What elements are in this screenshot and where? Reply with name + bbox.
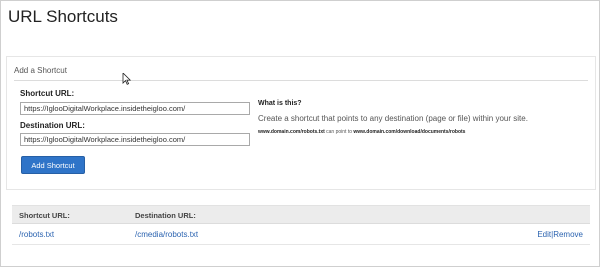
destination-url-input[interactable] [20,133,250,146]
help-example-target: www.domain.com/download/documents/robots [353,129,466,135]
section-divider [14,80,588,81]
shortcut-url-label: Shortcut URL: [20,89,75,98]
row-shortcut-link[interactable]: /robots.txt [19,230,54,239]
help-example-joiner: can point to [326,129,353,135]
mouse-pointer-icon [122,73,131,85]
row-actions: Edit|Remove [537,230,583,239]
shortcuts-table: Shortcut URL: Destination URL: /robots.t… [12,205,590,245]
help-title: What is this? [258,100,302,107]
table-header: Shortcut URL: Destination URL: [12,205,590,224]
shortcut-url-input[interactable] [20,102,250,115]
column-header-shortcut: Shortcut URL: [19,211,70,220]
add-shortcut-panel: Add a Shortcut Shortcut URL: Destination… [6,56,596,190]
add-shortcut-button[interactable]: Add Shortcut [21,156,85,174]
column-header-destination: Destination URL: [135,211,196,220]
help-example: www.domain.com/robots.txt can point to w… [258,129,465,135]
help-text: Create a shortcut that points to any des… [258,114,528,123]
page-title: URL Shortcuts [8,7,118,26]
table-row: /robots.txt /cmedia/robots.txt Edit|Remo… [12,224,590,245]
edit-link[interactable]: Edit [537,230,551,239]
url-shortcuts-page: URL Shortcuts Add a Shortcut Shortcut UR… [0,0,600,267]
help-example-source: www.domain.com/robots.txt [258,129,325,135]
remove-link[interactable]: Remove [553,230,583,239]
destination-url-label: Destination URL: [20,121,85,130]
row-destination-link[interactable]: /cmedia/robots.txt [135,230,198,239]
add-shortcut-header: Add a Shortcut [14,66,67,75]
